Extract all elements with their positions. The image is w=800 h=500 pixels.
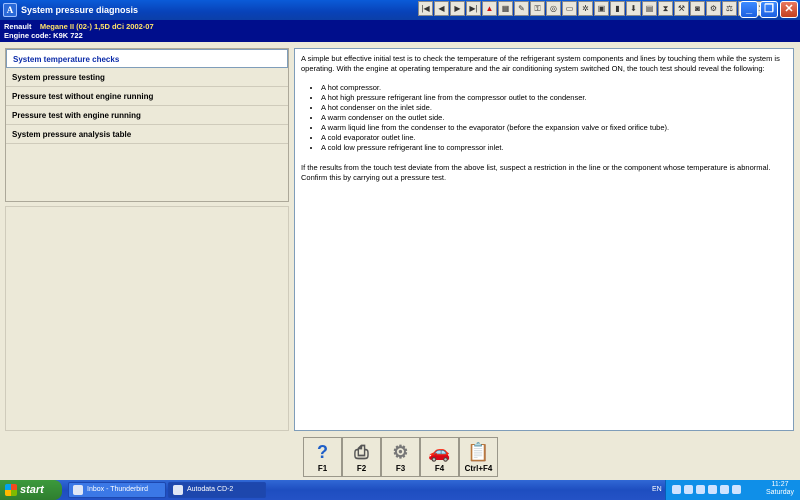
f2-print-button[interactable]: ⎙ F2: [342, 437, 381, 477]
list-item: A hot high pressure refrigerant line fro…: [321, 93, 787, 103]
camera-icon[interactable]: ◙: [690, 1, 705, 16]
first-icon[interactable]: |◀: [418, 1, 433, 16]
prev-icon[interactable]: ◀: [434, 1, 449, 16]
vehicle-make: Renault: [4, 22, 32, 31]
left-lower-panel: [5, 206, 289, 431]
f1-help-button[interactable]: ? F1: [303, 437, 342, 477]
engine-icon[interactable]: ▣: [594, 1, 609, 16]
volume-icon[interactable]: [684, 485, 693, 494]
warning-icon[interactable]: ▲: [482, 1, 497, 16]
battery-icon[interactable]: ▮: [610, 1, 625, 16]
f2-label: F2: [356, 464, 367, 473]
system-tray: EN 11:27 Saturday: [652, 480, 800, 500]
gear-icon: ⚙: [392, 442, 409, 462]
f1-label: F1: [317, 464, 328, 473]
task-label: Inbox - Thunderbird: [87, 486, 148, 493]
print-icon: ⎙: [354, 442, 369, 462]
f3-label: F3: [395, 464, 406, 473]
fan-icon[interactable]: ✲: [578, 1, 593, 16]
scales-icon[interactable]: ⚖: [722, 1, 737, 16]
task-thunderbird[interactable]: Inbox - Thunderbird: [68, 482, 166, 498]
vehicle-model: Megane II (02-) 1,5D dCi 2002-07: [39, 22, 154, 31]
task-label: Autodata CD-2: [187, 486, 234, 493]
function-key-bar: ? F1 ⎙ F2 ⚙ F3 🚗 F4 📋 Ctrl+F4: [303, 437, 498, 477]
close-icon[interactable]: ✕: [780, 1, 798, 18]
antivirus-icon[interactable]: [696, 485, 705, 494]
toolbar: |◀ ◀ ▶ ▶| ▲ ▦ ✎ ⚿ ◎ ▭ ✲ ▣ ▮ ⬇ ▤ ⧗ ⚒ ◙ ⚙ …: [418, 1, 769, 16]
nav-item-system-temperature-checks[interactable]: System temperature checks: [6, 49, 288, 68]
list-item: A warm liquid line from the condenser to…: [321, 123, 787, 133]
document-icon: 📋: [467, 442, 490, 462]
clock-time: 11:27: [771, 481, 789, 488]
autodata-icon: [173, 485, 183, 495]
car-icon[interactable]: ▭: [562, 1, 577, 16]
messenger-icon[interactable]: [732, 485, 741, 494]
ctrl-f4-document-button[interactable]: 📋 Ctrl+F4: [459, 437, 498, 477]
nav-item-pressure-test-with-engine[interactable]: Pressure test with engine running: [6, 106, 288, 125]
clock-day: Saturday: [765, 489, 794, 496]
intro-text: A simple but effective initial test is t…: [301, 54, 780, 73]
help-icon: ?: [317, 442, 328, 462]
f3-gear-button[interactable]: ⚙ F3: [381, 437, 420, 477]
touch-test-list: A hot compressor. A hot high pressure re…: [321, 83, 787, 153]
update-icon[interactable]: [720, 485, 729, 494]
vehicle-header: Renault Megane II (02-) 1,5D dCi 2002-07…: [0, 20, 800, 42]
title-bar: A System pressure diagnosis |◀ ◀ ▶ ▶| ▲ …: [0, 0, 800, 20]
window-title: System pressure diagnosis: [21, 5, 139, 15]
engine-code: Engine code: K9K 722: [4, 31, 83, 40]
book-icon[interactable]: ▤: [642, 1, 657, 16]
f4-car-button[interactable]: 🚗 F4: [420, 437, 459, 477]
security-icon[interactable]: [708, 485, 717, 494]
nav-item-pressure-analysis-table[interactable]: System pressure analysis table: [6, 125, 288, 144]
key-icon[interactable]: ⚿: [530, 1, 545, 16]
window-controls: _ ❐ ✕: [740, 1, 798, 18]
tools-icon[interactable]: ✎: [514, 1, 529, 16]
calculator-icon[interactable]: ▦: [498, 1, 513, 16]
conclusion-text: If the results from the touch test devia…: [301, 163, 771, 182]
next-icon[interactable]: ▶: [450, 1, 465, 16]
last-icon[interactable]: ▶|: [466, 1, 481, 16]
content-panel: A simple but effective initial test is t…: [294, 48, 794, 431]
tray-icons: [672, 485, 741, 494]
car-icon: 🚗: [428, 442, 451, 462]
ctrl-f4-label: Ctrl+F4: [464, 464, 493, 473]
filter-icon[interactable]: ⧗: [658, 1, 673, 16]
topic-list: System temperature checks System pressur…: [5, 48, 289, 202]
task-autodata[interactable]: Autodata CD-2: [168, 482, 266, 498]
list-item: A warm condenser on the outlet side.: [321, 113, 787, 123]
start-button[interactable]: start: [0, 480, 62, 500]
restore-icon[interactable]: ❐: [760, 1, 778, 18]
start-label: start: [20, 484, 44, 496]
nav-item-system-pressure-testing[interactable]: System pressure testing: [6, 68, 288, 87]
wrench-icon[interactable]: ⚒: [674, 1, 689, 16]
list-item: A hot compressor.: [321, 83, 787, 93]
list-item: A cold low pressure refrigerant line to …: [321, 143, 787, 153]
app-window: A System pressure diagnosis |◀ ◀ ▶ ▶| ▲ …: [0, 0, 800, 500]
wheel-icon[interactable]: ◎: [546, 1, 561, 16]
clock[interactable]: 11:27 Saturday: [766, 481, 794, 497]
f4-label: F4: [434, 464, 445, 473]
language-indicator[interactable]: EN: [652, 486, 662, 493]
minimize-icon[interactable]: _: [740, 1, 758, 18]
list-item: A cold evaporator outlet line.: [321, 133, 787, 143]
settings-icon[interactable]: ⚙: [706, 1, 721, 16]
taskbar: start Inbox - Thunderbird Autodata CD-2 …: [0, 480, 800, 500]
injector-icon[interactable]: ⬇: [626, 1, 641, 16]
windows-logo-icon: [5, 484, 17, 496]
thunderbird-icon: [73, 485, 83, 495]
list-item: A hot condenser on the inlet side.: [321, 103, 787, 113]
app-icon: A: [3, 3, 17, 17]
nav-item-pressure-test-without-engine[interactable]: Pressure test without engine running: [6, 87, 288, 106]
network-icon[interactable]: [672, 485, 681, 494]
